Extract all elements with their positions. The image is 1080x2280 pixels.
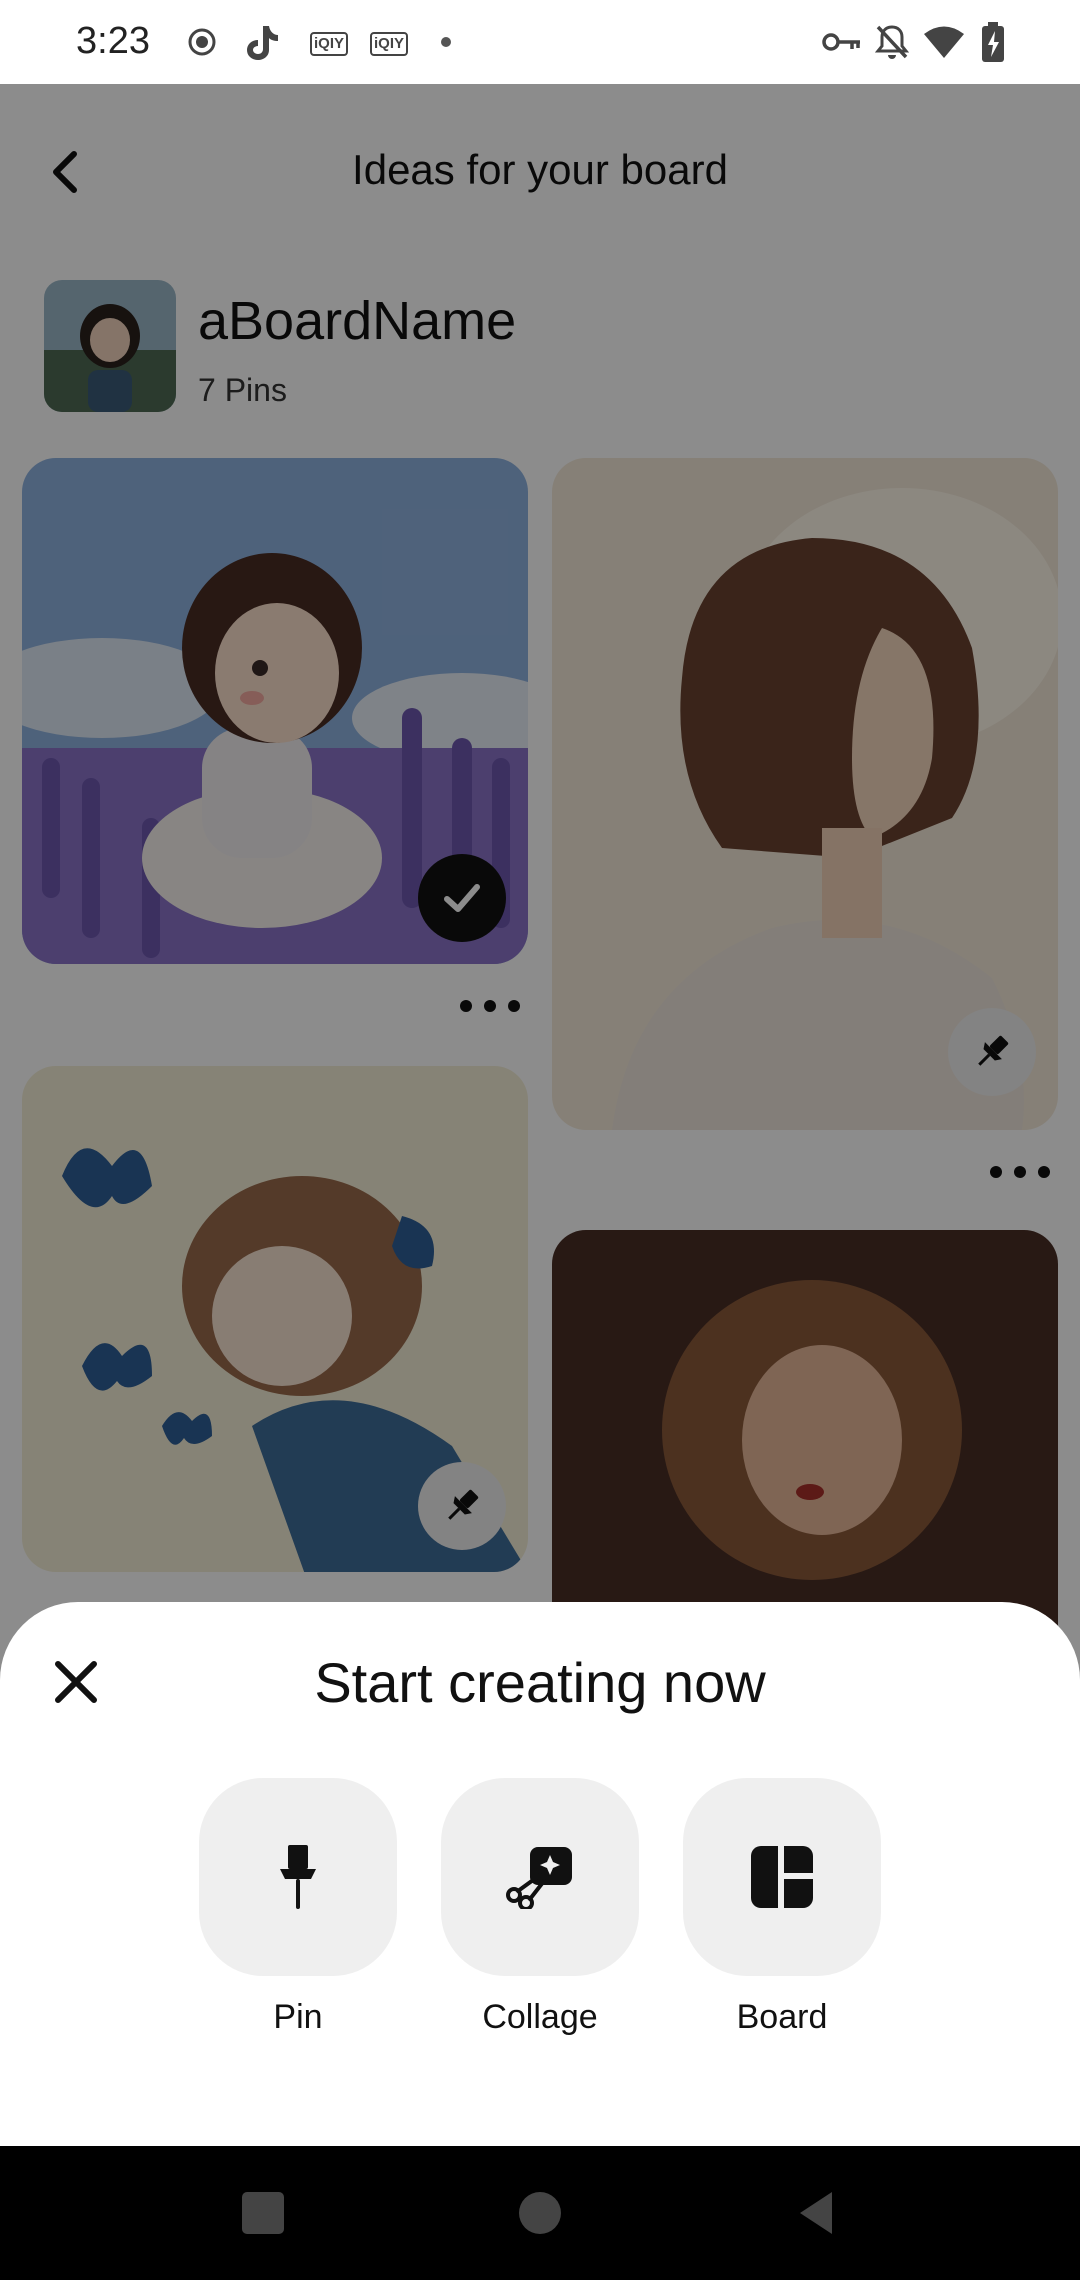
collage-scissors-icon xyxy=(506,1847,572,1909)
create-bottom-sheet: Start creating now Pin Collage Board xyxy=(0,1602,1080,2146)
create-board-button[interactable] xyxy=(683,1778,881,1976)
create-pin-label: Pin xyxy=(273,1998,323,2036)
sheet-title: Start creating now xyxy=(314,1651,766,1714)
create-collage-button[interactable] xyxy=(441,1778,639,1976)
home-circle-icon xyxy=(519,2192,561,2234)
create-board-option[interactable]: Board xyxy=(683,1778,881,2037)
battery-charging-icon xyxy=(980,22,1006,62)
pushpin-icon xyxy=(280,1845,316,1909)
iqiyi-icon: iQIY xyxy=(370,32,409,56)
dot-icon xyxy=(436,22,456,62)
wifi-icon xyxy=(922,22,966,62)
record-icon xyxy=(184,22,220,62)
create-pin-option[interactable]: Pin xyxy=(199,1778,397,2037)
back-triangle-icon xyxy=(800,2192,832,2234)
recents-square-icon xyxy=(242,2192,284,2234)
home-button[interactable] xyxy=(515,2188,565,2238)
create-collage-label: Collage xyxy=(482,1998,598,2036)
status-time: 3:23 xyxy=(76,20,150,62)
system-navigation-bar xyxy=(0,2146,1080,2280)
create-board-label: Board xyxy=(736,1998,828,2036)
tiktok-icon xyxy=(242,22,282,62)
bell-off-icon xyxy=(872,22,912,62)
create-pin-button[interactable] xyxy=(199,1778,397,1976)
create-collage-option[interactable]: Collage xyxy=(441,1778,639,2037)
board-layout-icon xyxy=(751,1846,813,1908)
status-bar: 3:23 iQIY iQIY xyxy=(0,0,1080,84)
iqiyi-icon: iQIY xyxy=(310,32,349,56)
system-back-button[interactable] xyxy=(792,2188,842,2238)
recents-button[interactable] xyxy=(238,2188,288,2238)
vpn-key-icon xyxy=(822,22,862,62)
